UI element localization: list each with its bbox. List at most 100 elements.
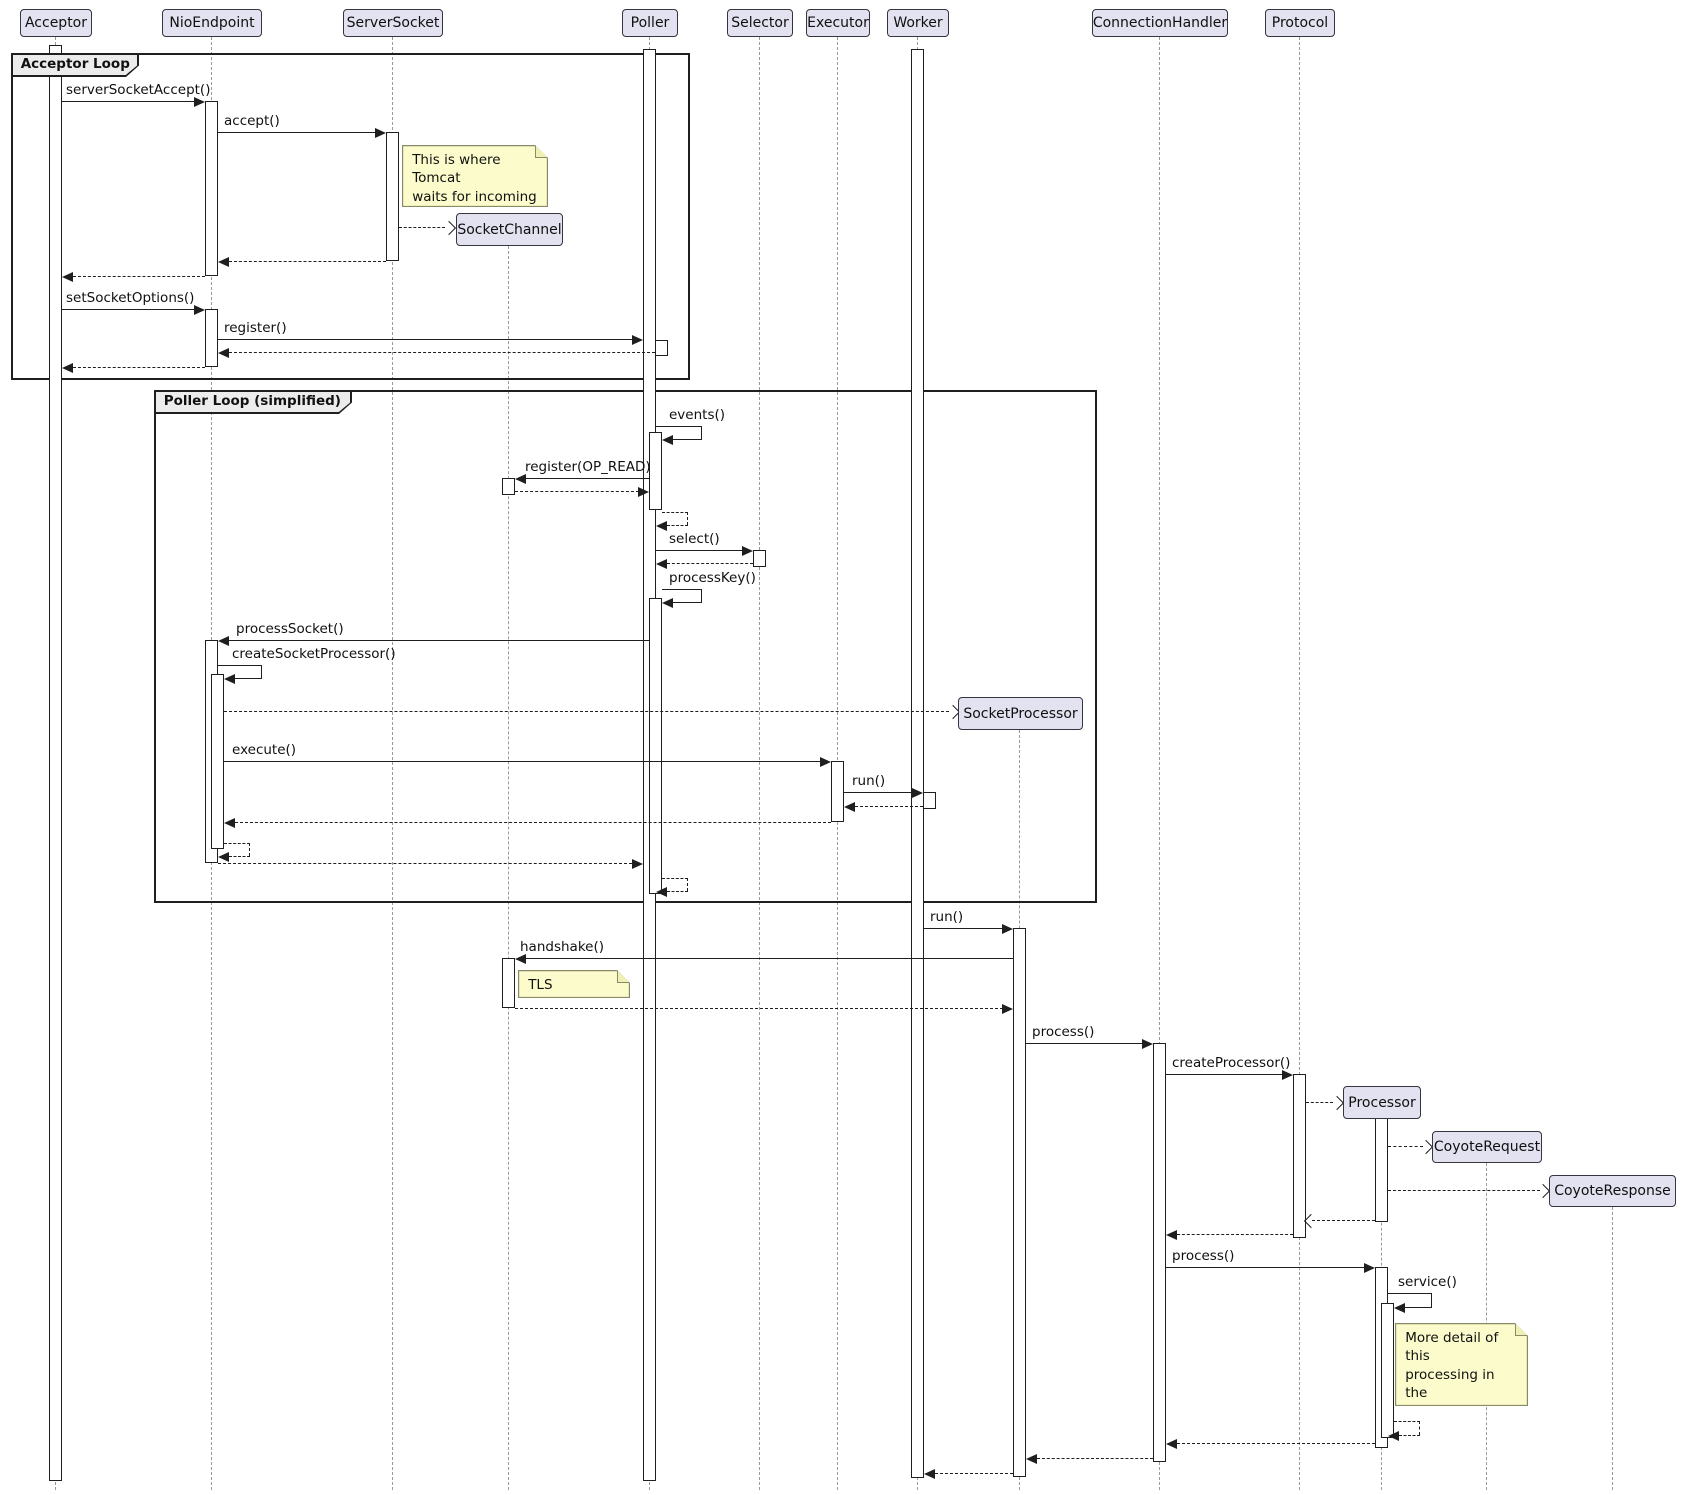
created-coyoteresponse: CoyoteResponse (1549, 1175, 1676, 1207)
arrow-setsocketoptions (62, 309, 195, 310)
arrowhead-process-handler (1142, 1039, 1153, 1049)
message-label-handshake: handshake() (520, 939, 604, 955)
participant-serversocket: ServerSocket (343, 9, 443, 37)
lifeline-coyoteresponse (1612, 1207, 1613, 1490)
arrow-return-serversocketaccept (73, 276, 205, 277)
arrow-events-v (701, 426, 702, 439)
arrowhead-return-run-worker (924, 1469, 935, 1479)
hook-events-back (667, 525, 688, 526)
activation-executor-execute (831, 761, 844, 822)
arrow-create-coyoteresponse (1388, 1190, 1540, 1191)
hook-nioendpoint-head (218, 852, 229, 862)
activation-nioendpoint-accept (205, 101, 218, 276)
message-label-setsocketoptions: setSocketOptions() (66, 290, 194, 306)
activation-worker-run-target (923, 792, 936, 809)
message-label-createprocessor: createProcessor() (1172, 1055, 1290, 1071)
arrow-return-register (229, 352, 655, 353)
arrowhead-create-coyoterequest (1419, 1140, 1433, 1154)
arrowhead-register (632, 335, 643, 345)
message-label-processsocket: processSocket() (236, 621, 344, 637)
arrowhead-return-createprocessor (1166, 1230, 1177, 1240)
arrow-execute (224, 761, 821, 762)
arrow-return-createprocessor (1177, 1234, 1293, 1235)
arrowhead-return-register (218, 348, 229, 358)
arrow-serversocketaccept (62, 101, 195, 102)
arrow-select (656, 550, 743, 551)
hook-poller-out (662, 878, 688, 879)
arrow-return-handshake (515, 1008, 1003, 1009)
arrowhead-return-process-handler (1026, 1454, 1037, 1464)
arrowhead-register-opread (515, 474, 526, 484)
arrow-process-processor (1166, 1267, 1365, 1268)
arrowhead-processkey (662, 598, 673, 608)
arrow-events-back (672, 439, 702, 440)
arrow-create-socketchannel (399, 227, 445, 228)
message-label-serversocketaccept: serverSocketAccept() (66, 82, 210, 98)
hook-service-out (1394, 1421, 1420, 1422)
participant-acceptor: Acceptor (20, 9, 92, 37)
arrowhead-create-processor (1330, 1096, 1344, 1110)
created-socketprocessor: SocketProcessor (958, 697, 1083, 730)
hook-events-out (662, 512, 688, 513)
hook-service-v (1419, 1421, 1420, 1435)
message-label-createsocketprocessor: createSocketProcessor() (232, 646, 396, 662)
activation-poller-events (649, 432, 662, 510)
activation-serversocket-accept (386, 132, 399, 261)
frame-poller-loop-label: Poller Loop (simplified) (156, 392, 351, 413)
arrowhead-return-select (656, 559, 667, 569)
arrowhead-create-coyoteresponse (1536, 1184, 1550, 1198)
hook-events-head (656, 521, 667, 531)
arrowhead-run-worker (1002, 924, 1013, 934)
arrowhead-return-processor-create (1304, 1214, 1318, 1228)
participant-poller: Poller (622, 9, 678, 37)
hook-service-head (1388, 1431, 1399, 1441)
arrow-handshake (526, 958, 1013, 959)
arrow-createsocketprocessor-back (235, 678, 262, 679)
activation-nioendpoint-setsocketoptions (205, 309, 218, 367)
arrow-createprocessor (1166, 1074, 1283, 1075)
message-label-process-processor: process() (1172, 1248, 1234, 1264)
arrow-return-register-opread (515, 491, 639, 492)
lifeline-protocol (1299, 37, 1300, 1490)
arrowhead-return-process-processor (1166, 1439, 1177, 1449)
message-label-execute: execute() (232, 742, 296, 758)
note-fold-icon (617, 970, 630, 983)
message-label-service: service() (1398, 1274, 1457, 1290)
activation-nioendpoint-createsocketprocessor (211, 674, 224, 849)
arrow-accept (218, 132, 376, 133)
participant-worker: Worker (887, 9, 949, 37)
message-label-run-worker: run() (930, 909, 963, 925)
activation-acceptor (49, 45, 62, 1481)
arrow-processsocket (229, 640, 649, 641)
message-label-run-executor: run() (852, 773, 885, 789)
arrowhead-service (1394, 1303, 1405, 1313)
frame-acceptor-loop-label: Acceptor Loop (13, 55, 138, 76)
arrowhead-execute (820, 757, 831, 767)
arrow-processkey-out (662, 589, 702, 590)
hook-nioendpoint-out (224, 843, 250, 844)
created-processor: Processor (1343, 1086, 1421, 1119)
arrow-service-v (1431, 1293, 1432, 1307)
hook-poller-v (687, 878, 688, 891)
arrowhead-createsocketprocessor (224, 674, 235, 684)
note-more-detail-text: More detail of this processing in the pr… (1396, 1324, 1527, 1405)
created-coyoterequest: CoyoteRequest (1432, 1131, 1542, 1163)
arrowhead-return-processsocket (632, 859, 643, 869)
arrowhead-processsocket (218, 636, 229, 646)
activation-worker-main (911, 49, 924, 1478)
arrow-processkey-v (701, 589, 702, 602)
hook-poller-back (667, 891, 688, 892)
arrow-run-worker (924, 928, 1003, 929)
message-label-register: register() (224, 320, 287, 336)
arrowhead-select (742, 546, 753, 556)
note-more-detail: More detail of this processing in the pr… (1395, 1323, 1528, 1406)
message-label-events: events() (669, 407, 725, 423)
arrowhead-return-setsocketoptions (62, 363, 73, 373)
activation-socketchannel-register (502, 478, 515, 495)
arrowhead-createprocessor (1282, 1070, 1293, 1080)
arrow-return-setsocketoptions (73, 367, 205, 368)
arrowhead-handshake (515, 954, 526, 964)
activation-poller-register-target (655, 340, 668, 356)
note-tomcat-waits-text: This is where Tomcat waits for incoming … (403, 146, 547, 206)
arrowhead-events (662, 435, 673, 445)
